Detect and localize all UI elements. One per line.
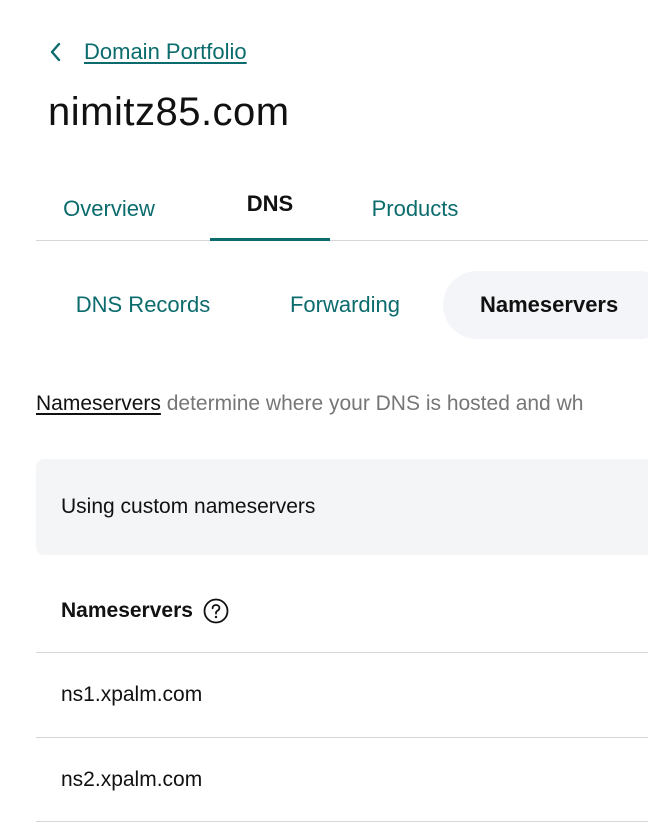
nameservers-header-label: Nameservers [61, 599, 193, 622]
subtab-nameservers[interactable]: Nameservers [443, 271, 648, 339]
nameserver-list: ns1.xpalm.com ns2.xpalm.com [36, 652, 648, 822]
dns-subtabs: DNS Records Forwarding Nameservers [36, 271, 648, 339]
nameserver-row: ns2.xpalm.com [36, 737, 648, 822]
main-tabs: Overview DNS Products [36, 178, 648, 241]
page-title: nimitz85.com [48, 90, 290, 134]
subtab-dns-records[interactable]: DNS Records [60, 271, 226, 339]
tab-overview[interactable]: Overview [50, 178, 168, 240]
subtab-forwarding[interactable]: Forwarding [272, 271, 418, 339]
tab-products[interactable]: Products [352, 178, 478, 240]
custom-nameservers-banner: Using custom nameservers [36, 459, 648, 555]
nameservers-help-link[interactable]: Nameservers [36, 392, 161, 415]
tab-dns[interactable]: DNS [210, 178, 330, 241]
nameservers-description: Nameservers determine where your DNS is … [36, 392, 583, 416]
chevron-left-icon[interactable] [44, 41, 66, 63]
domain-portfolio-link[interactable]: Domain Portfolio [84, 39, 247, 65]
nameservers-header: Nameservers [61, 594, 229, 628]
description-text: determine where your DNS is hosted and w… [160, 392, 584, 415]
question-circle-icon[interactable] [203, 598, 229, 624]
banner-text: Using custom nameservers [61, 495, 316, 518]
breadcrumb: Domain Portfolio [44, 36, 247, 68]
nameserver-row: ns1.xpalm.com [36, 652, 648, 737]
